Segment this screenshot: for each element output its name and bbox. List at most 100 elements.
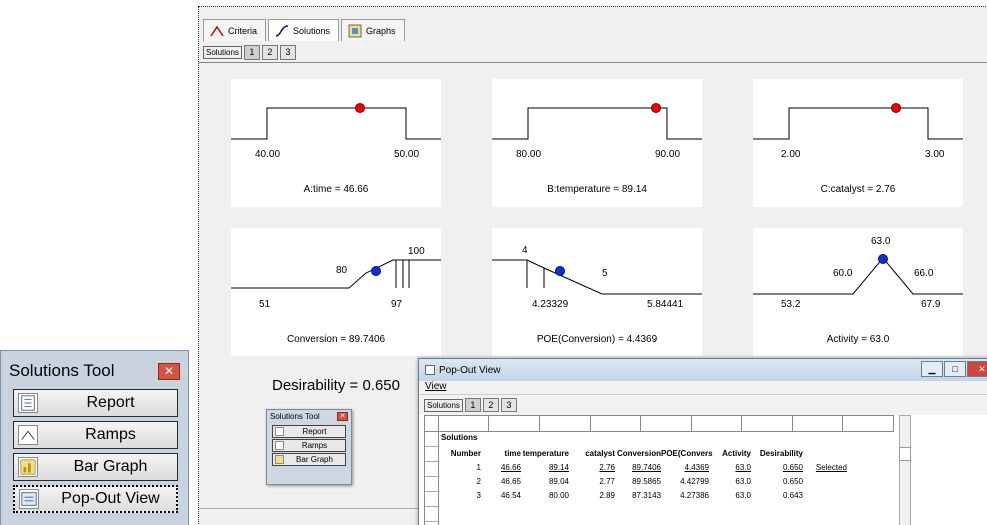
status-bar (199, 508, 418, 525)
table-row[interactable]: 3 46.54 80.00 2.89 87.3143 4.27386 63.0 … (441, 488, 847, 502)
solutions-table: Solutions Number time temperature cataly… (441, 433, 847, 502)
vertical-scrollbar[interactable] (899, 415, 911, 525)
cell-time: 46.66 (500, 462, 521, 472)
ramp-conversion-caption: Conversion = 89.7406 (286, 334, 386, 345)
ramp-activity: 63.0 60.0 66.0 53.2 67.9 Activity = 63.0 (753, 228, 963, 356)
ramp-catalyst-low: 2.00 (781, 149, 801, 160)
ramp-conversion-upper: 100 (408, 246, 425, 257)
bar-graph-icon (18, 457, 38, 477)
ramp-activity-caption: Activity = 63.0 (826, 334, 890, 345)
mini-ramps-button[interactable]: Ramps (272, 439, 346, 452)
solution-tab-1[interactable]: 1 (243, 45, 260, 60)
minimize-icon[interactable]: ▁ (921, 361, 943, 377)
cell-temperature: 89.14 (548, 462, 569, 472)
table-row[interactable]: 1 46.66 89.14 2.76 89.7406 4.4369 63.0 0… (441, 460, 847, 474)
solution-selector: Solutions 1 2 3 (203, 44, 298, 61)
report-button[interactable]: Report (13, 389, 178, 417)
mini-bar-graph-button[interactable]: Bar Graph (272, 453, 346, 466)
col-activity: Activity (722, 448, 751, 458)
tab-graphs[interactable]: Graphs (341, 19, 405, 41)
tab-criteria-label: Criteria (228, 25, 258, 36)
pop-out-menubar: View (419, 381, 987, 395)
close-icon[interactable]: ✕ (967, 361, 987, 377)
ramp-poe-high: 5.84441 (647, 299, 684, 310)
ramp-activity-high: 67.9 (921, 299, 941, 310)
table-header-row: Number time temperature catalyst Convers… (441, 446, 847, 460)
bar-graph-button[interactable]: Bar Graph (13, 453, 178, 481)
cell-number: 3 (476, 490, 481, 500)
ramp-conversion: 100 80 51 97 Conversion = 89.7406 (231, 228, 441, 356)
ramp-catalyst: 2.00 3.00 C:catalyst = 2.76 (753, 79, 963, 207)
ramp-conversion-point (371, 266, 381, 276)
pop-out-icon (19, 489, 39, 509)
ramp-poe-point (555, 266, 565, 276)
col-temperature: temperature (522, 448, 569, 458)
cell-catalyst: 2.89 (599, 490, 615, 500)
tab-criteria[interactable]: Criteria (203, 19, 267, 41)
ramp-catalyst-point (891, 103, 901, 113)
ramp-poe-top: 4 (522, 245, 528, 256)
table-section-title: Solutions (441, 433, 478, 442)
menu-view[interactable]: View (425, 381, 447, 392)
solution-tab-3[interactable]: 3 (279, 45, 296, 60)
table-row[interactable]: 2 46.65 89.04 2.77 89.5865 4.42799 63.0 … (441, 474, 847, 488)
mini-bar-graph-button-label: Bar Graph (296, 455, 333, 464)
pop-out-view-button-label: Pop-Out View (61, 490, 160, 507)
ramp-temperature-point (651, 103, 661, 113)
cell-desirability: 0.650 (782, 476, 803, 486)
ramps-button[interactable]: Ramps (13, 421, 178, 449)
cell-catalyst: 2.76 (599, 462, 615, 472)
solution-tab-2[interactable]: 2 (261, 45, 278, 60)
solutions-icon (275, 24, 289, 37)
divider (199, 62, 987, 63)
ramp-activity-right: 66.0 (914, 268, 934, 279)
cell-activity: 63.0 (735, 476, 751, 486)
ramps-icon (18, 425, 38, 445)
ramp-activity-peak: 63.0 (871, 236, 891, 247)
tab-solutions[interactable]: Solutions (268, 19, 340, 41)
ramp-temperature-caption: B:temperature = 89.14 (547, 184, 647, 195)
cell-number: 1 (476, 462, 481, 472)
mini-tool-title-text: Solutions Tool (270, 412, 320, 421)
ramp-activity-left: 60.0 (833, 268, 853, 279)
cell-conversion: 89.5865 (632, 476, 661, 486)
report-button-label: Report (86, 394, 135, 411)
pop-solution-tab-3[interactable]: 3 (500, 398, 517, 412)
cell-number: 2 (476, 476, 481, 486)
mini-report-button[interactable]: Report (272, 425, 346, 438)
ramp-activity-point (878, 254, 888, 264)
window-controls: ▁ □ ✕ (920, 361, 987, 377)
ramp-temperature-low: 80.00 (516, 149, 542, 160)
solutions-tool-title-text: Solutions Tool (9, 361, 115, 380)
report-icon (18, 393, 38, 413)
pop-out-view-button[interactable]: Pop-Out View (13, 485, 178, 513)
report-icon (275, 427, 284, 436)
mini-tool-title[interactable]: Solutions Tool ✕ (267, 410, 351, 424)
close-icon[interactable]: ✕ (158, 363, 180, 380)
col-conversion: Conversion (616, 448, 661, 458)
cell-temperature: 89.04 (548, 476, 569, 486)
ramp-poe: 4 5 4.23329 5.84441 POE(Conversion) = 4.… (492, 228, 702, 356)
cell-catalyst: 2.77 (599, 476, 615, 486)
criteria-icon (210, 25, 224, 36)
ramp-poe-mid: 5 (602, 268, 608, 279)
close-icon[interactable]: ✕ (337, 412, 348, 421)
grid-row-headers (425, 432, 439, 525)
desirability-value: Desirability = 0.650 (272, 377, 400, 394)
pop-solution-tab-1[interactable]: 1 (464, 398, 481, 412)
cell-activity: 63.0 (735, 490, 751, 500)
ramp-poe-low: 4.23329 (532, 299, 569, 310)
scroll-thumb[interactable] (899, 447, 911, 461)
ramp-catalyst-high: 3.00 (925, 149, 945, 160)
ramp-time-caption: A:time = 46.66 (303, 184, 369, 195)
pop-solution-tab-2[interactable]: 2 (482, 398, 499, 412)
pop-out-solution-selector: Solutions 1 2 3 (419, 395, 987, 415)
maximize-icon[interactable]: □ (944, 361, 966, 377)
bar-graph-button-label: Bar Graph (73, 458, 148, 475)
cell-selected[interactable]: Selected (803, 463, 847, 472)
ramp-temperature-high: 90.00 (655, 149, 681, 160)
pop-out-titlebar[interactable]: Pop-Out View ▁ □ ✕ (419, 359, 987, 381)
solutions-tool-title[interactable]: Solutions Tool ✕ (1, 351, 188, 385)
cell-activity: 63.0 (735, 462, 751, 472)
pop-out-window: Pop-Out View ▁ □ ✕ View Solutions 1 2 3 … (418, 358, 987, 525)
